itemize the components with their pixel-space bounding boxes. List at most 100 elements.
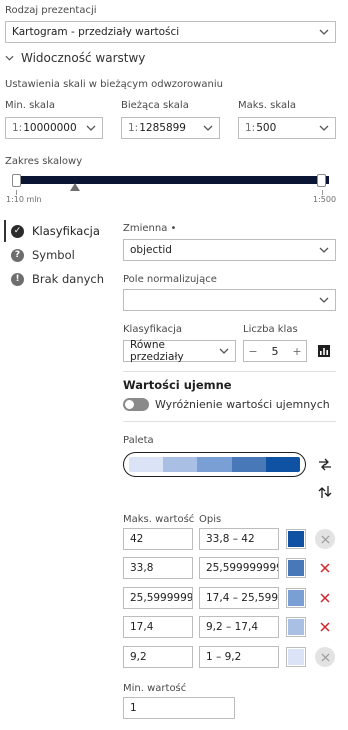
palette-color-swatch xyxy=(129,457,164,472)
scale-range-max-handle[interactable] xyxy=(317,174,326,187)
min-scale-value: 10000000 xyxy=(23,122,77,134)
delete-row-icon[interactable] xyxy=(315,558,335,578)
break-color-swatch[interactable] xyxy=(286,647,306,667)
nav-active-indicator xyxy=(4,220,6,242)
break-color-swatch[interactable] xyxy=(286,558,306,578)
decrement-button[interactable]: − xyxy=(244,345,262,358)
presentation-select[interactable]: Kartogram - przedziały wartości xyxy=(5,21,336,43)
divider xyxy=(123,371,336,372)
chevron-down-icon xyxy=(86,125,96,131)
negative-title: Wartości ujemne xyxy=(123,378,232,392)
divider xyxy=(123,421,336,422)
min-value-input[interactable]: 1 xyxy=(123,697,235,719)
break-color-swatch[interactable] xyxy=(286,588,306,608)
break-desc-input[interactable]: 33,8 – 42 xyxy=(199,528,279,550)
visibility-title: Widoczność warstwy xyxy=(21,51,146,65)
nav-item-klasyfikacja[interactable]: ✓ Klasyfikacja xyxy=(11,220,100,242)
class-count-label: Liczba klas xyxy=(243,324,298,335)
variable-value: objectid xyxy=(130,244,172,256)
break-desc-value: 9,2 – 17,4 xyxy=(206,621,259,633)
break-max-value: 42 xyxy=(130,533,144,545)
break-desc-value: 1 – 9,2 xyxy=(206,651,242,663)
chevron-down-icon xyxy=(319,297,329,303)
max-value-header: Maks. wartość xyxy=(123,514,195,525)
increment-button[interactable]: + xyxy=(288,345,306,358)
check-circle-icon: ✓ xyxy=(11,224,24,238)
break-max-input[interactable]: 9,2 xyxy=(123,646,193,668)
scale-range-min-handle[interactable] xyxy=(12,174,21,187)
break-max-input[interactable]: 42 xyxy=(123,528,193,550)
classification-label: Klasyfikacja xyxy=(123,324,183,335)
normalize-select[interactable] xyxy=(123,289,336,311)
chevron-down-icon xyxy=(203,125,213,131)
break-max-input[interactable]: 25,5999999999 xyxy=(123,587,193,609)
current-scale-select[interactable]: 1: 1285899 xyxy=(121,117,220,139)
negative-toggle-label: Wyróżnienie wartości ujemnych xyxy=(155,398,330,411)
break-desc-input[interactable]: 1 – 9,2 xyxy=(199,646,279,668)
chevron-down-icon xyxy=(319,125,329,131)
break-max-value: 17,4 xyxy=(130,621,154,633)
chevron-down-icon xyxy=(219,348,229,354)
presentation-value: Kartogram - przedziały wartości xyxy=(12,26,180,38)
delete-row-disabled-icon xyxy=(315,529,335,549)
classification-select[interactable]: Równe przedziały xyxy=(123,339,236,363)
nav-item-symbol[interactable]: ? Symbol xyxy=(11,244,75,266)
scale-prefix: 1: xyxy=(245,122,256,134)
min-value: 1 xyxy=(130,702,137,714)
palette-color-swatch xyxy=(231,457,266,472)
nav-label: Klasyfikacja xyxy=(32,224,100,238)
break-max-value: 25,5999999999 xyxy=(130,592,193,604)
break-desc-value: 25,5999999999 xyxy=(206,562,278,574)
question-circle-icon: ? xyxy=(11,248,24,262)
visibility-header[interactable]: Widoczność warstwy xyxy=(5,51,145,65)
max-scale-value: 500 xyxy=(256,122,277,134)
min-scale-select[interactable]: 1: 10000000 xyxy=(5,117,103,139)
break-color-swatch[interactable] xyxy=(286,617,306,637)
break-max-value: 33,8 xyxy=(130,562,154,574)
scale-prefix: 1: xyxy=(128,122,139,134)
reverse-palette-icon[interactable] xyxy=(318,457,332,471)
chevron-down-icon xyxy=(319,29,329,35)
break-desc-input[interactable]: 25,5999999999 xyxy=(199,557,279,579)
sort-icon[interactable] xyxy=(318,485,332,499)
break-max-input[interactable]: 33,8 xyxy=(123,557,193,579)
break-max-input[interactable]: 17,4 xyxy=(123,616,193,638)
palette-ramp[interactable] xyxy=(123,452,306,477)
min-scale-label: Min. skala xyxy=(5,100,55,111)
delete-row-disabled-icon xyxy=(315,647,335,667)
palette-label: Paleta xyxy=(123,435,154,446)
break-desc-input[interactable]: 17,4 – 25,59999 xyxy=(199,587,279,609)
break-desc-value: 17,4 – 25,59999 xyxy=(206,592,279,604)
break-color-swatch[interactable] xyxy=(286,529,306,549)
variable-label: Zmienna • xyxy=(123,223,177,234)
histogram-icon[interactable] xyxy=(317,344,331,358)
palette-color-swatch xyxy=(197,457,232,472)
negative-toggle[interactable] xyxy=(123,398,149,411)
class-count-value: 5 xyxy=(271,344,279,358)
scale-range-label: Zakres skalowy xyxy=(5,156,83,167)
desc-header: Opis xyxy=(199,514,222,525)
delete-row-icon[interactable] xyxy=(315,588,335,608)
scale-range-max-text: 1:500 xyxy=(313,195,337,204)
palette-swatches xyxy=(129,457,300,472)
max-scale-select[interactable]: 1: 500 xyxy=(238,117,336,139)
palette-color-swatch xyxy=(163,457,198,472)
break-max-value: 9,2 xyxy=(130,651,147,663)
break-desc-value: 33,8 – 42 xyxy=(206,533,255,545)
current-scale-marker xyxy=(70,183,80,191)
scale-range-track xyxy=(13,176,329,184)
current-scale-label: Bieżąca skala xyxy=(121,100,189,111)
delete-row-icon[interactable] xyxy=(315,617,335,637)
chevron-down-icon xyxy=(5,55,14,61)
palette-color-swatch xyxy=(265,457,300,472)
scale-info: Ustawienia skali w bieżącym odwzorowaniu xyxy=(5,79,223,90)
nav-item-brak-danych[interactable]: ! Brak danych xyxy=(11,268,104,290)
break-desc-input[interactable]: 9,2 – 17,4 xyxy=(199,616,279,638)
chevron-down-icon xyxy=(319,247,329,253)
nav-label: Symbol xyxy=(32,248,75,262)
classification-value: Równe przedziały xyxy=(130,339,184,363)
current-scale-value: 1285899 xyxy=(139,122,186,134)
scale-range-min-text: 1:10 mln xyxy=(6,195,42,204)
class-count-stepper[interactable]: − 5 + xyxy=(243,340,307,362)
variable-select[interactable]: objectid xyxy=(123,239,336,261)
